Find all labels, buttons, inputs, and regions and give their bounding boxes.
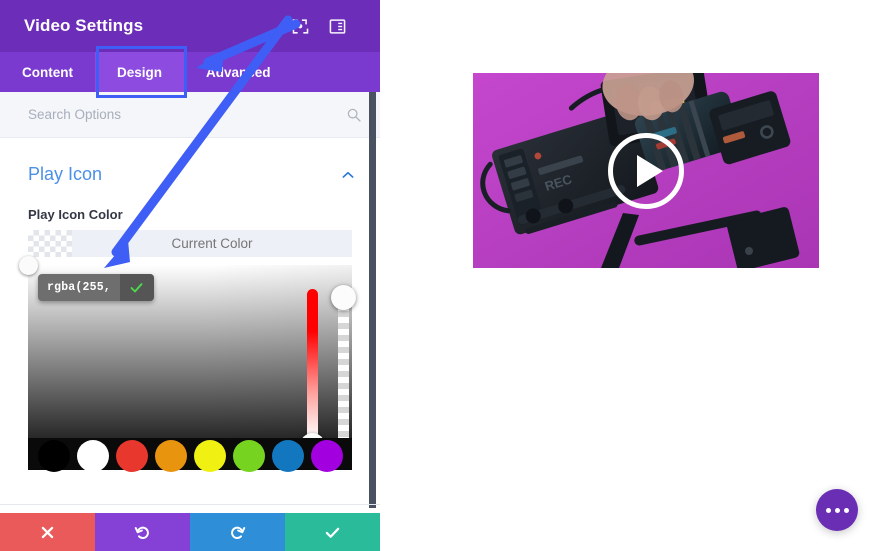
fab-dot <box>825 507 831 513</box>
check-icon <box>325 527 340 538</box>
play-triangle-icon <box>637 154 663 187</box>
header-icon-group <box>292 18 366 35</box>
fab-dot <box>834 507 840 513</box>
section-title: Play Icon <box>28 164 103 184</box>
panel-action-bar <box>0 513 380 551</box>
swatch-yellow[interactable] <box>193 440 226 472</box>
settings-tabbar: Content Design Advanced <box>0 46 380 98</box>
save-button[interactable] <box>285 513 380 551</box>
focus-expand-icon[interactable] <box>292 18 309 35</box>
page-title: Video Settings <box>24 16 144 35</box>
chevron-up-icon[interactable] <box>340 167 356 183</box>
color-value-text: rgba(255, <box>47 281 111 294</box>
undo-icon <box>134 526 149 539</box>
swatch-red[interactable] <box>115 440 148 472</box>
confirm-color-button[interactable] <box>119 274 154 301</box>
redo-button[interactable] <box>190 513 285 551</box>
tab-design[interactable]: Design <box>95 52 185 92</box>
color-picker: rgba(255, <box>19 256 356 472</box>
close-button[interactable] <box>0 513 95 551</box>
search-options-row <box>0 92 380 138</box>
preview-area: REC <box>380 0 880 551</box>
more-options-fab[interactable] <box>816 489 858 531</box>
color-value-tooltip: rgba(255, <box>38 274 154 301</box>
tab-content[interactable]: Content <box>0 52 95 92</box>
preset-swatch-strip <box>28 438 352 472</box>
current-color-input[interactable] <box>72 230 352 257</box>
video-module[interactable]: REC <box>473 73 819 268</box>
check-icon <box>130 283 143 293</box>
video-settings-panel: Video Settings Content Design Advanced S… <box>0 0 380 551</box>
fab-dot <box>843 507 849 513</box>
swatch-orange[interactable] <box>154 440 187 472</box>
panel-scrollbar[interactable] <box>369 92 376 508</box>
app-root: Video Settings Content Design Advanced S… <box>0 0 880 551</box>
play-button[interactable] <box>608 132 684 209</box>
panel-divider <box>0 504 380 505</box>
play-icon-color-label: Play Icon Color <box>28 207 123 222</box>
swatch-green[interactable] <box>232 440 265 472</box>
saturation-picker-handle[interactable] <box>19 256 38 275</box>
swatch-black[interactable] <box>37 440 70 472</box>
alpha-slider-knob[interactable] <box>331 285 356 310</box>
current-color-row <box>0 230 380 257</box>
swatch-white[interactable] <box>76 440 109 472</box>
tab-advanced[interactable]: Advanced <box>184 52 293 92</box>
search-input[interactable] <box>28 107 346 122</box>
play-icon-section-header[interactable]: Play Icon <box>0 138 380 193</box>
transparency-swatch[interactable] <box>28 230 72 257</box>
swatch-blue[interactable] <box>271 440 304 472</box>
redo-icon <box>231 526 246 539</box>
alpha-slider[interactable] <box>338 293 349 445</box>
close-icon <box>41 526 54 538</box>
search-icon[interactable] <box>346 107 362 123</box>
layout-panel-icon[interactable] <box>329 18 346 35</box>
undo-button[interactable] <box>95 513 190 551</box>
hue-slider[interactable] <box>307 289 318 439</box>
panel-header: Video Settings <box>0 0 380 52</box>
swatch-purple[interactable] <box>310 440 343 472</box>
